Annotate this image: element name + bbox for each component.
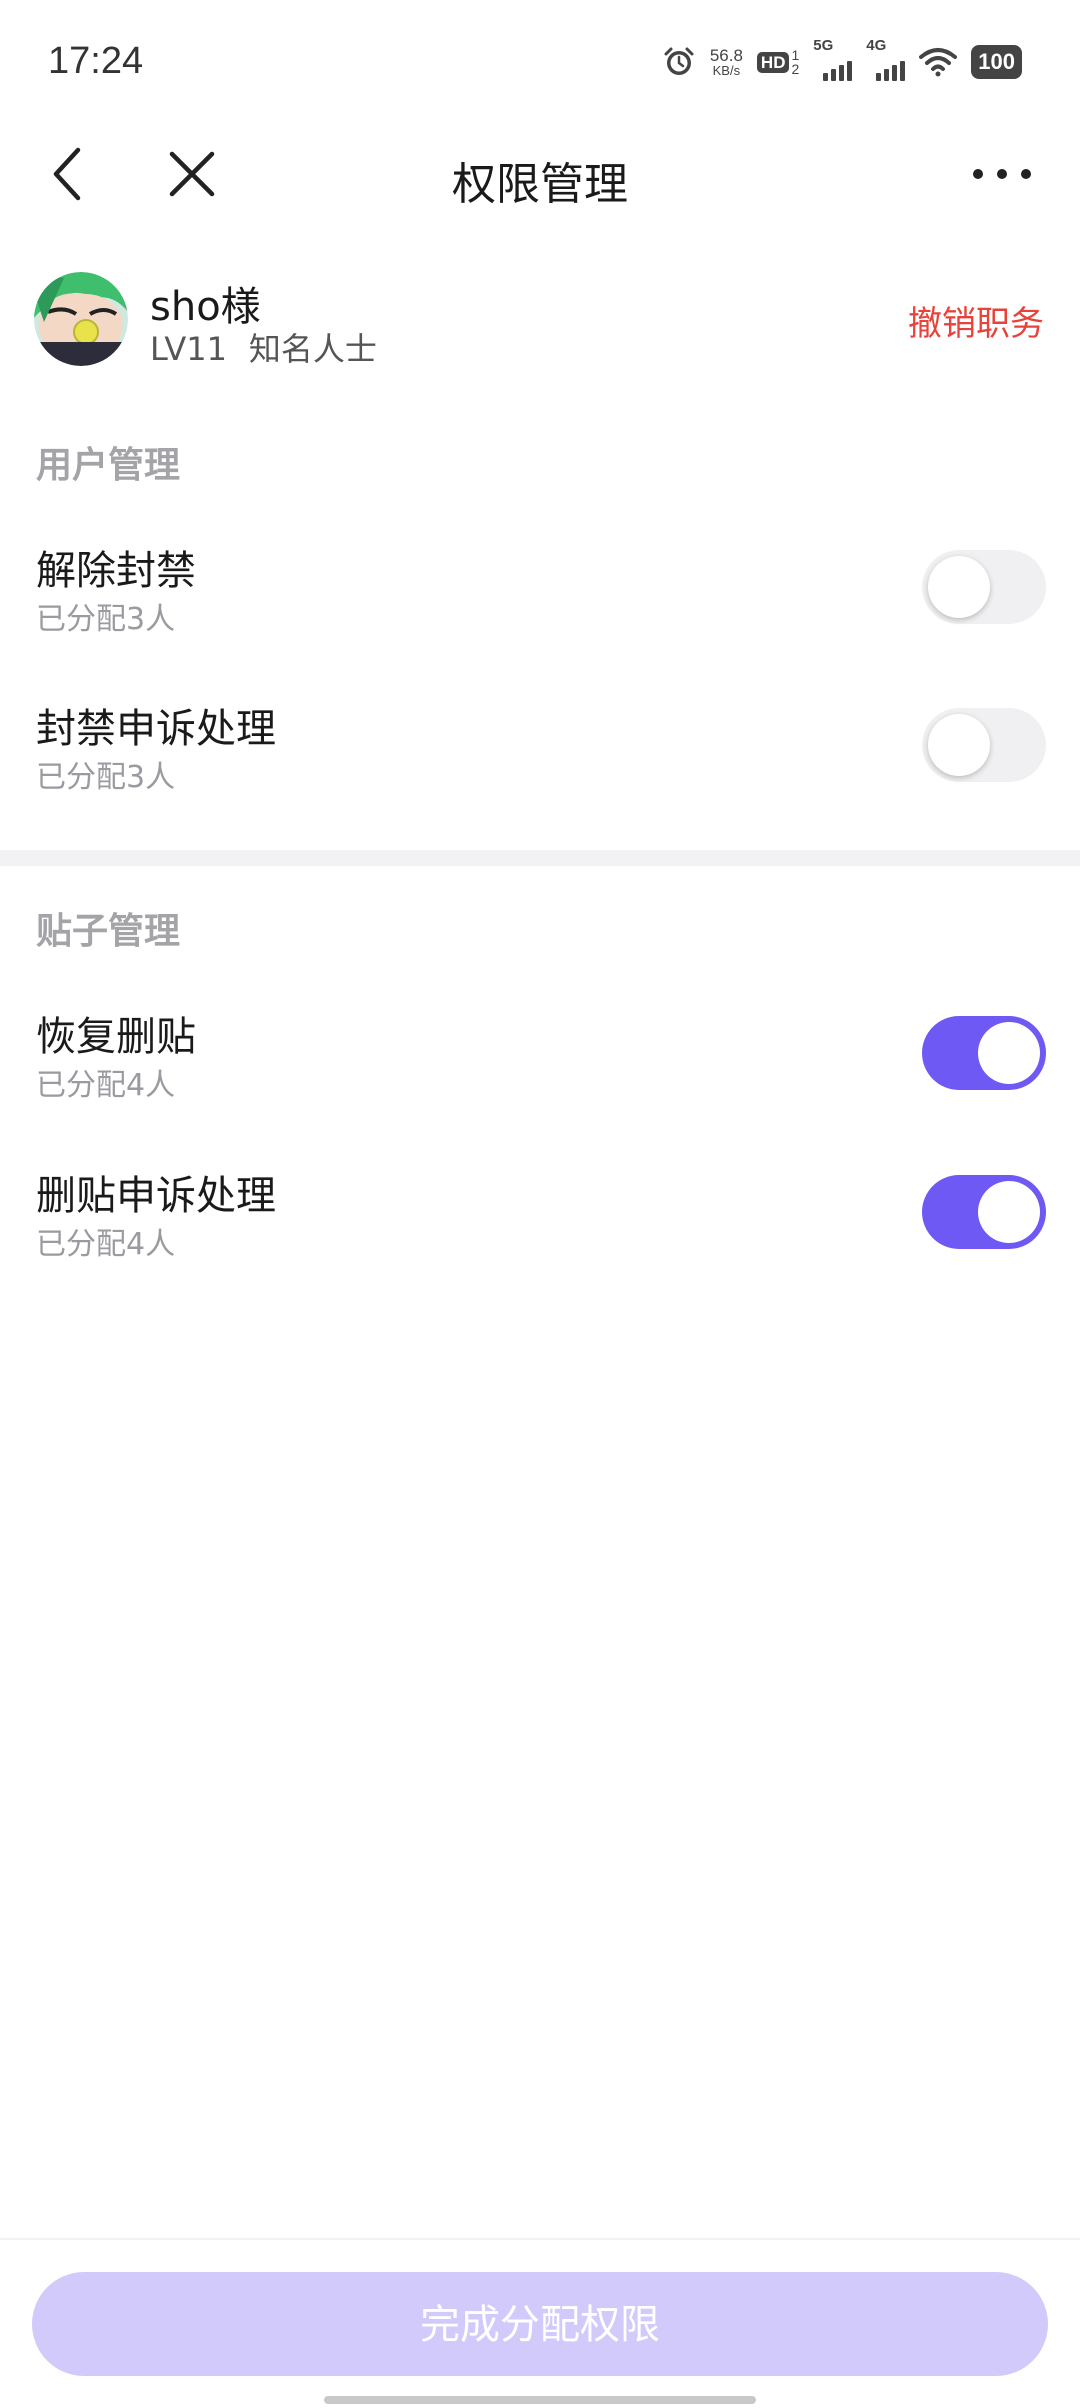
signal-5g-icon: 5G (813, 37, 853, 81)
user-meta: LV11 知名人士 (150, 324, 377, 370)
permission-toggle-delete-appeal[interactable] (922, 1175, 1046, 1249)
user-title-tag: 知名人士 (248, 330, 377, 368)
user-level: LV11 (150, 330, 227, 368)
battery-icon: 100 (971, 45, 1022, 79)
permission-toggle-unban[interactable] (922, 550, 1046, 624)
nav-bar: 权限管理 (0, 130, 1080, 220)
confirm-permissions-button[interactable]: 完成分配权限 (32, 2272, 1048, 2376)
toggle-knob (978, 1022, 1040, 1084)
toggle-knob (978, 1181, 1040, 1243)
permission-assigned-count: 已分配4人 (36, 1227, 176, 1262)
home-indicator[interactable] (324, 2396, 756, 2404)
section-divider (0, 850, 1080, 866)
hd-voice-icon: HD 1 2 (756, 47, 800, 77)
toggle-knob (928, 556, 990, 618)
permission-management-page: 17:24 56.8 KB/s HD 1 2 5G 4G 100 权限管理 sh… (0, 0, 1080, 2408)
status-bar: 17:24 56.8 KB/s HD 1 2 5G 4G 100 (0, 0, 1080, 130)
permission-label: 解除封禁 (36, 548, 196, 594)
footer-divider (0, 2238, 1080, 2240)
signal-4g-label: 4G (866, 37, 887, 54)
permission-row-unban: 解除封禁 已分配3人 (0, 538, 1080, 658)
permission-row-ban-appeal: 封禁申诉处理 已分配3人 (0, 696, 1080, 816)
status-icons: 56.8 KB/s HD 1 2 5G 4G 100 (662, 37, 1022, 82)
status-time: 17:24 (48, 40, 144, 82)
permission-assigned-count: 已分配3人 (36, 602, 176, 637)
toggle-knob (928, 714, 990, 776)
signal-5g-label: 5G (813, 37, 834, 54)
network-speed: 56.8 KB/s (710, 47, 743, 77)
permission-label: 封禁申诉处理 (36, 706, 276, 752)
section-title-post-management: 贴子管理 (36, 911, 181, 952)
more-icon[interactable] (964, 142, 1040, 206)
permission-assigned-count: 已分配4人 (36, 1068, 176, 1103)
hd-badge: HD (756, 51, 790, 73)
hd-sim-bottom: 2 (791, 61, 800, 77)
alarm-icon (664, 47, 694, 75)
hd-sim-top: 1 (791, 47, 800, 63)
permission-label: 恢复删贴 (36, 1014, 196, 1060)
network-speed-unit: KB/s (712, 63, 741, 78)
page-title: 权限管理 (452, 159, 628, 210)
permission-toggle-restore-post[interactable] (922, 1016, 1046, 1090)
user-info-row: sho様 LV11 知名人士 撤销职务 (0, 270, 1080, 370)
section-title-user-management: 用户管理 (36, 445, 181, 486)
network-speed-value: 56.8 (709, 46, 743, 65)
wifi-icon (919, 48, 958, 77)
permission-assigned-count: 已分配3人 (36, 760, 176, 795)
permission-label: 删贴申诉处理 (36, 1173, 276, 1219)
permission-row-delete-appeal: 删贴申诉处理 已分配4人 (0, 1163, 1080, 1283)
signal-4g-icon: 4G (866, 37, 906, 81)
permission-row-restore-post: 恢复删贴 已分配4人 (0, 1004, 1080, 1124)
avatar[interactable] (34, 272, 128, 366)
revoke-role-button[interactable]: 撤销职务 (908, 296, 1044, 345)
permission-toggle-ban-appeal[interactable] (922, 708, 1046, 782)
